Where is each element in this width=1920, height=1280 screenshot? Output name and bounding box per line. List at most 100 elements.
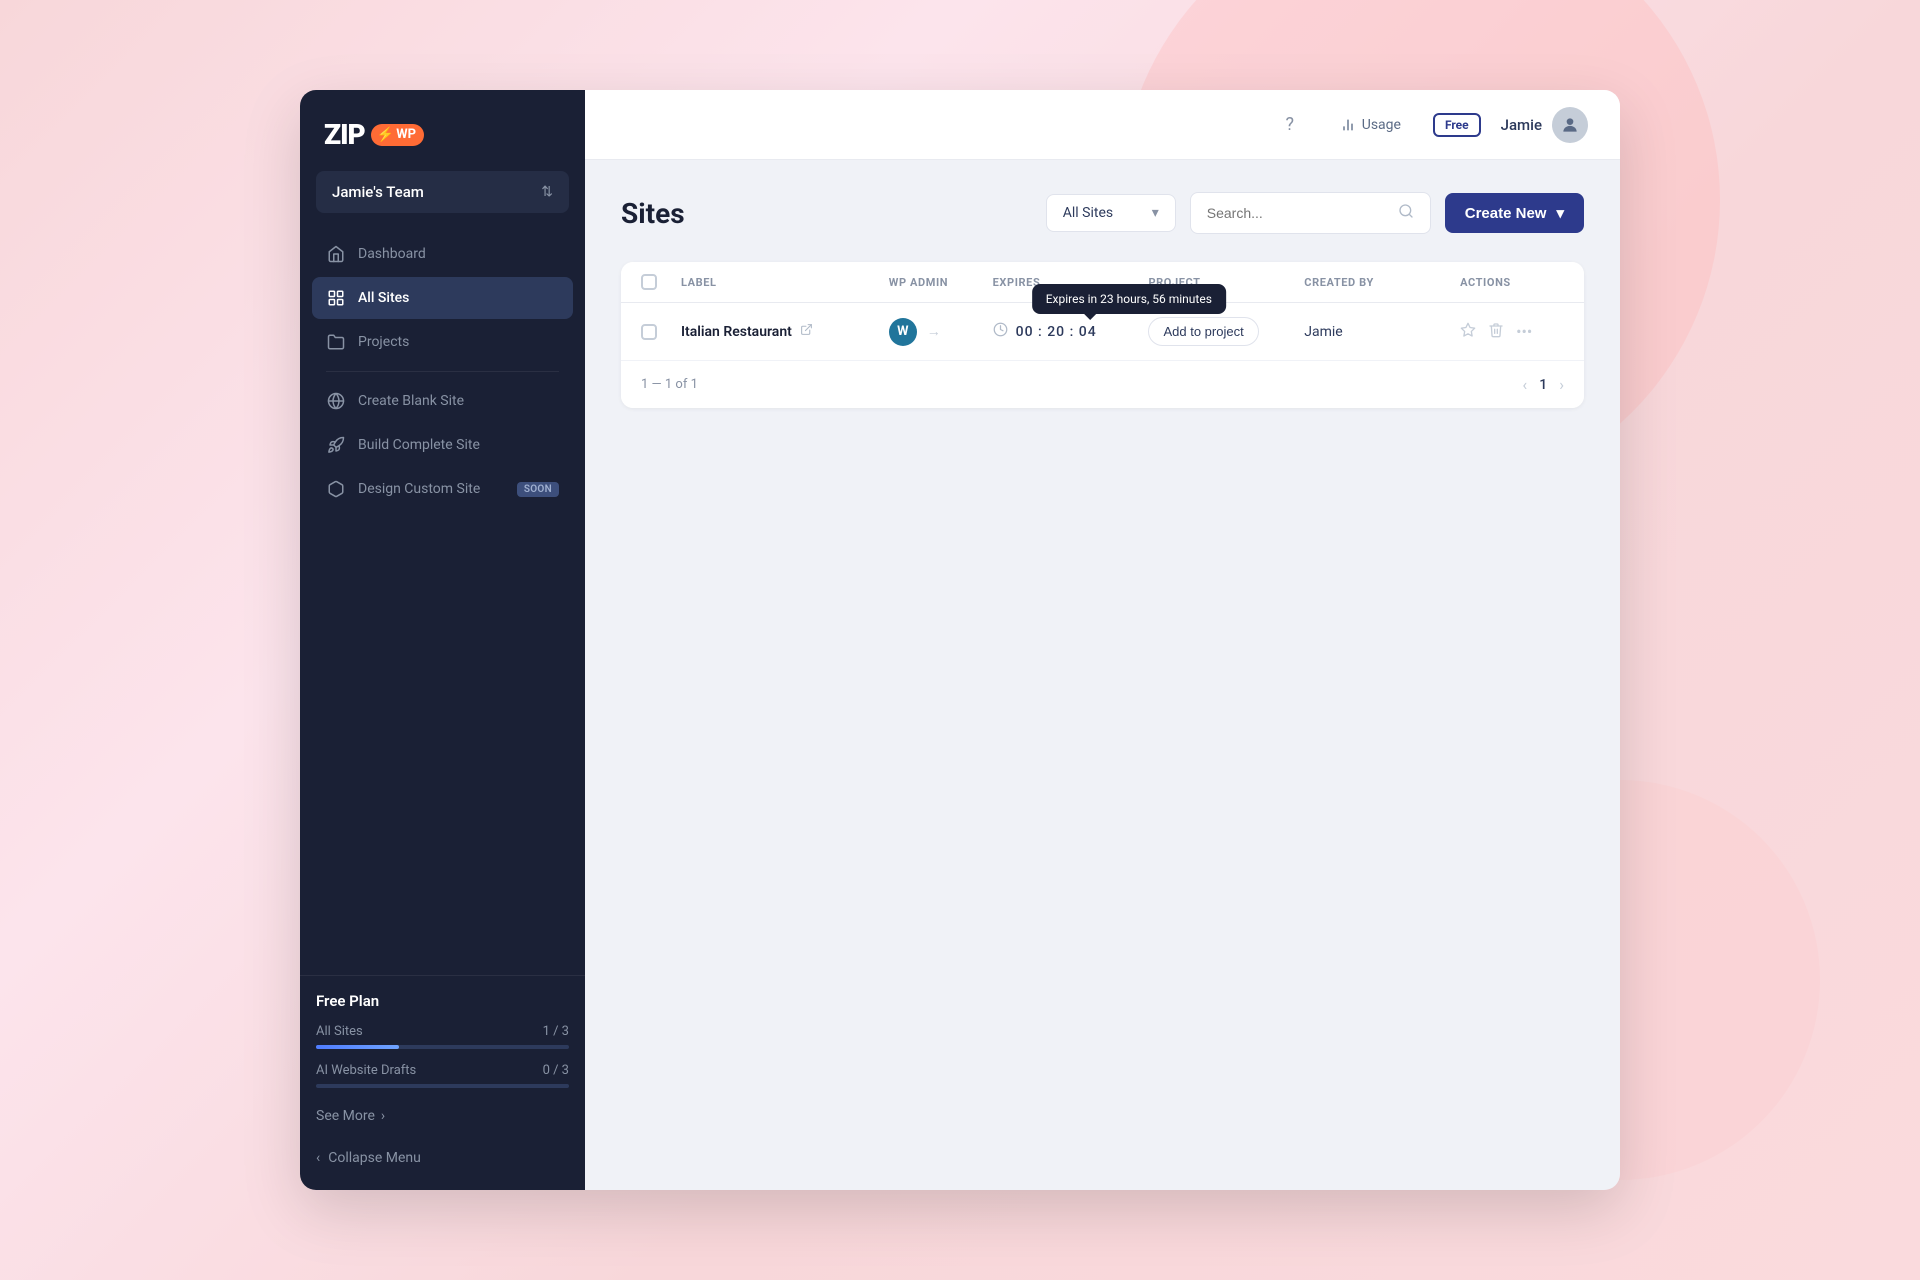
collapse-menu-label: Collapse Menu bbox=[328, 1150, 421, 1166]
current-page-number: 1 bbox=[1539, 377, 1547, 393]
table-header: LABEL WP ADMIN EXPIRES PROJECT CREATED B… bbox=[621, 262, 1584, 303]
more-options-icon[interactable]: ••• bbox=[1516, 322, 1532, 341]
logo-area: ZIP ⚡ WP bbox=[300, 90, 585, 171]
table-header-checkbox-col bbox=[641, 274, 681, 290]
see-more-button[interactable]: See More › bbox=[316, 1102, 569, 1130]
search-box bbox=[1190, 192, 1431, 234]
wp-admin-cell: W → bbox=[889, 318, 993, 346]
help-button[interactable]: ? bbox=[1272, 107, 1308, 143]
add-to-project-button[interactable]: Add to project bbox=[1148, 317, 1258, 346]
team-selector[interactable]: Jamie's Team ⇅ bbox=[316, 171, 569, 213]
free-plan-title: Free Plan bbox=[316, 992, 569, 1010]
sidebar-item-create-blank[interactable]: Create Blank Site bbox=[312, 380, 573, 422]
row-checkbox-cell bbox=[641, 324, 681, 340]
pagination-info: 1 — 1 of 1 bbox=[641, 377, 698, 392]
sidebar-item-label: Dashboard bbox=[358, 246, 426, 262]
filter-dropdown[interactable]: All Sites ▾ bbox=[1046, 194, 1176, 232]
collapse-menu-button[interactable]: ‹ Collapse Menu bbox=[316, 1142, 569, 1174]
next-page-button[interactable]: › bbox=[1559, 375, 1564, 394]
dashboard-icon bbox=[326, 244, 346, 264]
wp-arrow-icon: → bbox=[927, 323, 941, 340]
table-header-project: PROJECT bbox=[1148, 274, 1304, 290]
wp-icon[interactable]: W bbox=[889, 318, 917, 346]
create-new-arrow-icon: ▾ bbox=[1556, 204, 1564, 222]
logo-zip-text: ZIP bbox=[324, 118, 365, 151]
row-checkbox[interactable] bbox=[641, 324, 657, 340]
sidebar-item-dashboard[interactable]: Dashboard bbox=[312, 233, 573, 275]
nav-section: Dashboard All Sites bbox=[300, 233, 585, 975]
wordpress-icon bbox=[326, 391, 346, 411]
help-icon: ? bbox=[1285, 114, 1294, 135]
all-sites-progress-bg bbox=[316, 1045, 569, 1049]
soon-badge: Soon bbox=[517, 482, 559, 497]
user-section[interactable]: Jamie bbox=[1501, 107, 1588, 143]
free-plan-badge[interactable]: Free bbox=[1433, 113, 1481, 137]
sidebar-item-label: Build Complete Site bbox=[358, 437, 480, 453]
table-header-expires: EXPIRES bbox=[993, 274, 1149, 290]
cube-icon bbox=[326, 479, 346, 499]
header-checkbox[interactable] bbox=[641, 274, 657, 290]
star-icon[interactable] bbox=[1460, 322, 1476, 342]
ai-drafts-usage-row: AI Website Drafts 0 / 3 bbox=[316, 1063, 569, 1078]
site-name-text: Italian Restaurant bbox=[681, 324, 792, 340]
ai-drafts-progress-bg bbox=[316, 1084, 569, 1088]
pagination-controls: ‹ 1 › bbox=[1522, 375, 1564, 394]
sidebar-item-label: Create Blank Site bbox=[358, 393, 464, 409]
ai-drafts-usage-count: 0 / 3 bbox=[543, 1063, 569, 1078]
team-chevron-icon: ⇅ bbox=[541, 184, 553, 200]
all-sites-icon bbox=[326, 288, 346, 308]
search-icon bbox=[1398, 203, 1414, 223]
see-more-arrow-icon: › bbox=[381, 1108, 385, 1124]
site-name: Italian Restaurant bbox=[681, 323, 813, 340]
projects-icon bbox=[326, 332, 346, 352]
usage-button[interactable]: Usage bbox=[1328, 111, 1413, 139]
sidebar-item-label: Projects bbox=[358, 334, 409, 350]
clock-icon bbox=[993, 322, 1008, 341]
user-name: Jamie bbox=[1501, 116, 1542, 134]
sidebar-item-design-custom[interactable]: Design Custom Site Soon bbox=[312, 468, 573, 510]
delete-icon[interactable] bbox=[1488, 322, 1504, 342]
nav-divider bbox=[326, 371, 559, 372]
expiry-cell: 00 : 20 : 04 Expires in 23 hours, 56 min… bbox=[993, 322, 1149, 341]
table-header-created-by: CREATED BY bbox=[1304, 274, 1460, 290]
actions-cell: ••• bbox=[1460, 322, 1564, 342]
table-header-actions: ACTIONS bbox=[1460, 274, 1564, 290]
team-name: Jamie's Team bbox=[332, 183, 424, 201]
all-sites-usage-row: All Sites 1 / 3 bbox=[316, 1024, 569, 1039]
sidebar-bottom: Free Plan All Sites 1 / 3 AI Website Dra… bbox=[300, 975, 585, 1190]
usage-label: Usage bbox=[1362, 117, 1401, 133]
sidebar: ZIP ⚡ WP Jamie's Team ⇅ Dashboard bbox=[300, 90, 585, 1190]
page-header: Sites All Sites ▾ bbox=[621, 192, 1584, 234]
usage-chart-icon bbox=[1340, 117, 1356, 133]
created-by-name: Jamie bbox=[1304, 324, 1342, 340]
create-new-button[interactable]: Create New ▾ bbox=[1445, 193, 1584, 233]
avatar-icon bbox=[1560, 115, 1580, 135]
page-actions: All Sites ▾ bbox=[1046, 192, 1584, 234]
created-by-cell: Jamie bbox=[1304, 324, 1460, 340]
sidebar-item-all-sites[interactable]: All Sites bbox=[312, 277, 573, 319]
external-link-icon[interactable] bbox=[800, 323, 813, 340]
table-header-label: LABEL bbox=[681, 274, 889, 290]
sidebar-item-build-complete[interactable]: Build Complete Site bbox=[312, 424, 573, 466]
logo-wp-badge: ⚡ WP bbox=[371, 124, 424, 146]
prev-page-button[interactable]: ‹ bbox=[1522, 375, 1527, 394]
page-title: Sites bbox=[621, 197, 685, 230]
main-content: ? Usage Free Jamie bbox=[585, 90, 1620, 1190]
create-new-label: Create New bbox=[1465, 205, 1547, 222]
user-avatar bbox=[1552, 107, 1588, 143]
see-more-label: See More bbox=[316, 1108, 375, 1124]
sidebar-item-label: All Sites bbox=[358, 290, 409, 306]
all-sites-usage-count: 1 / 3 bbox=[543, 1024, 569, 1039]
expiry-time: 00 : 20 : 04 bbox=[1016, 324, 1097, 340]
sites-table: LABEL WP ADMIN EXPIRES PROJECT CREATED B… bbox=[621, 262, 1584, 408]
sidebar-item-projects[interactable]: Projects bbox=[312, 321, 573, 363]
project-cell: Add to project bbox=[1148, 317, 1304, 346]
sidebar-item-label: Design Custom Site bbox=[358, 481, 480, 497]
header: ? Usage Free Jamie bbox=[585, 90, 1620, 160]
table-row: Italian Restaurant W bbox=[621, 303, 1584, 361]
table-header-wp-admin: WP ADMIN bbox=[889, 274, 993, 290]
search-input[interactable] bbox=[1207, 205, 1388, 221]
site-name-cell: Italian Restaurant bbox=[681, 323, 889, 340]
table-footer: 1 — 1 of 1 ‹ 1 › bbox=[621, 361, 1584, 408]
page-content: Sites All Sites ▾ bbox=[585, 160, 1620, 1190]
